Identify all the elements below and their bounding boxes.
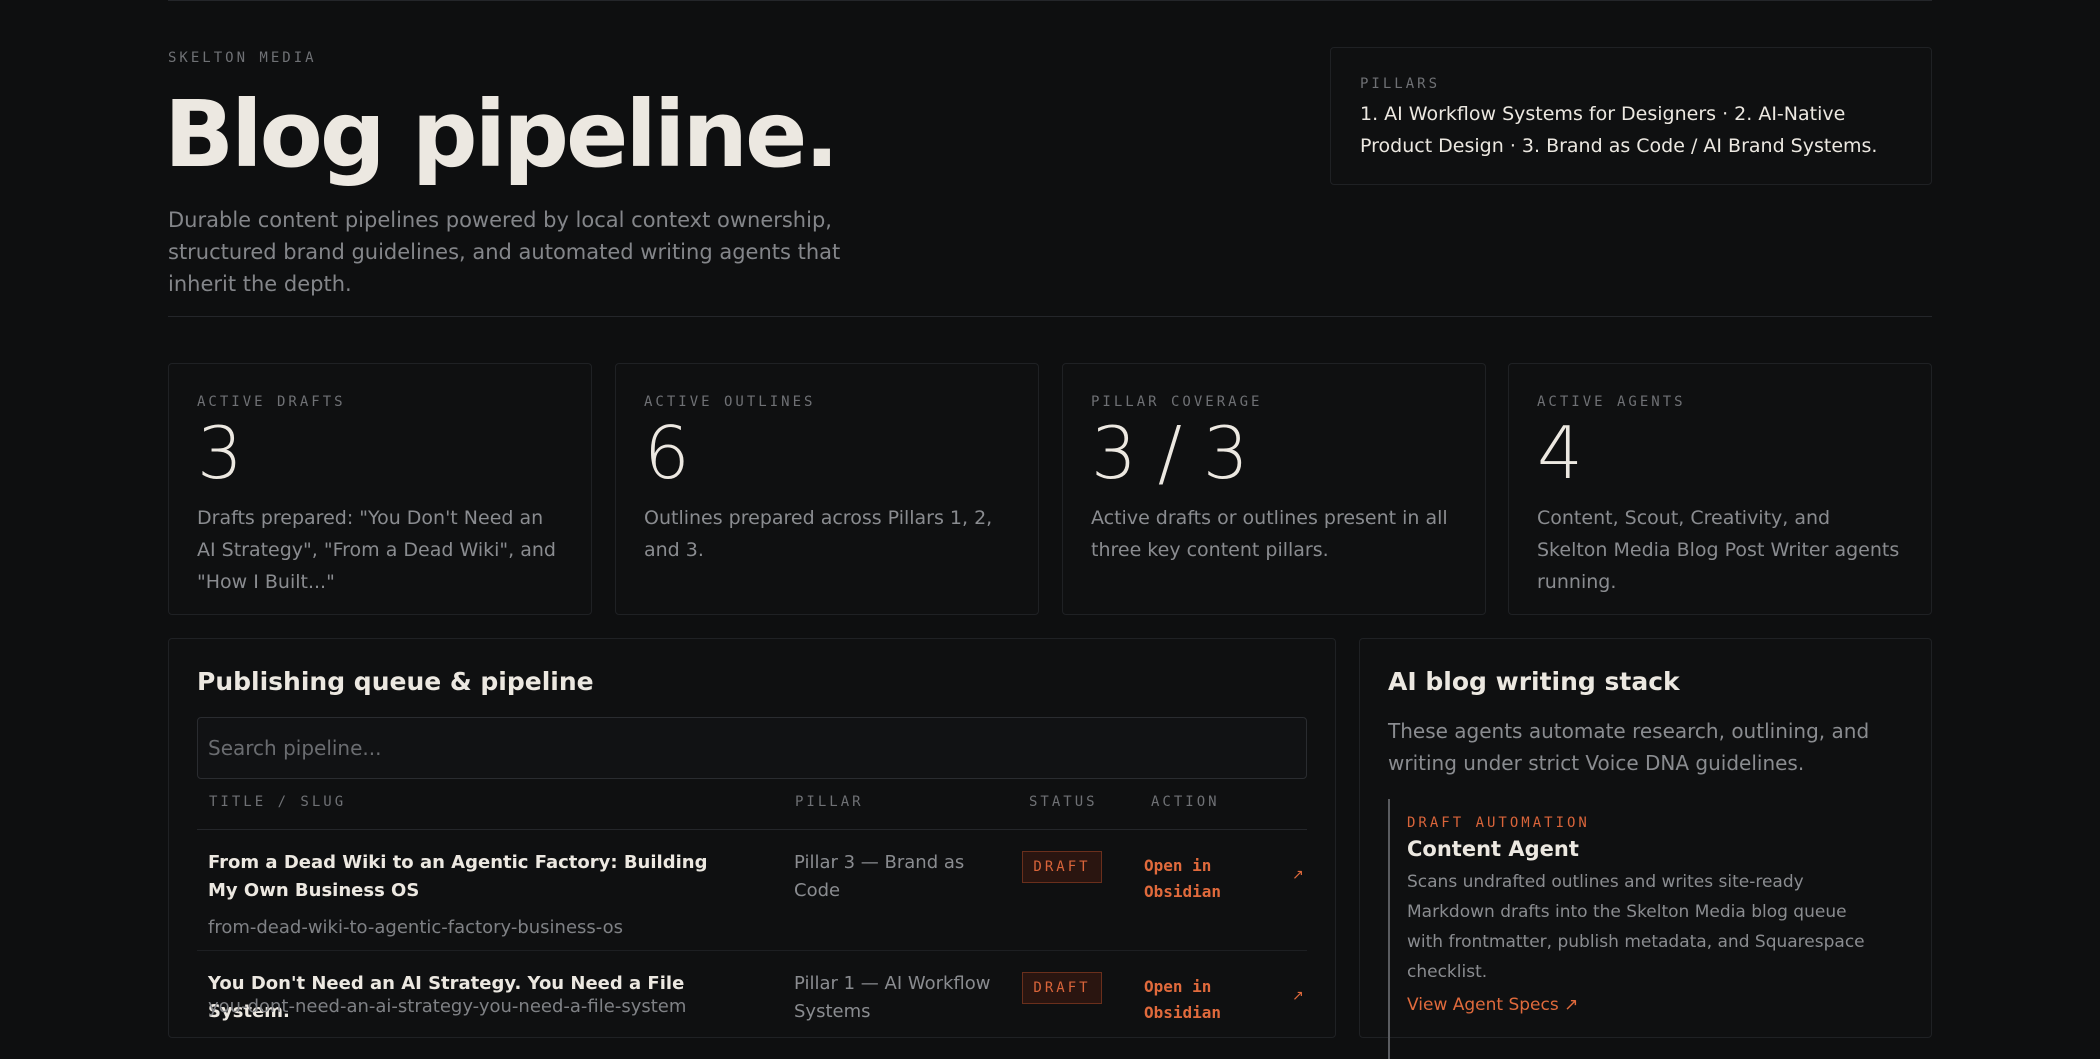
stat-label: ACTIVE DRAFTS [197, 394, 346, 410]
stack-description: These agents automate research, outlinin… [1388, 719, 1870, 775]
table-row[interactable]: You Don't Need an AI Strategy. You Need … [197, 970, 1307, 1050]
stat-description: Active drafts or outlines present in all… [1091, 507, 1448, 561]
pillars-text: 1. AI Workflow Systems for Designers · 2… [1360, 103, 1878, 157]
row-divider [197, 950, 1307, 951]
publishing-queue-panel: Publishing queue & pipeline TITLE / SLUG… [168, 638, 1336, 1038]
stat-card-pillar-coverage: PILLAR COVERAGE 3 / 3 Active drafts or o… [1062, 363, 1486, 615]
external-link-icon[interactable]: ↗ [1292, 988, 1304, 1004]
pillars-label: PILLARS [1360, 76, 1441, 92]
table-row[interactable]: From a Dead Wiki to an Agentic Factory: … [197, 849, 1307, 959]
agent-name: Content Agent [1407, 837, 1579, 861]
post-slug: you-dont-need-an-ai-strategy-you-need-a-… [208, 996, 687, 1017]
post-pillar: Pillar 3 — Brand as Code [794, 852, 965, 901]
stat-value: 3 [197, 411, 243, 495]
pillars-card: PILLARS 1. AI Workflow Systems for Desig… [1330, 47, 1932, 185]
page-title: Blog pipeline. [164, 81, 839, 188]
section-divider [168, 316, 1932, 317]
open-in-obsidian-link[interactable]: Open in Obsidian [1144, 974, 1274, 1026]
stat-card-active-outlines: ACTIVE OUTLINES 6 Outlines prepared acro… [615, 363, 1039, 615]
column-header-action[interactable]: ACTION [1151, 794, 1220, 810]
agent-description: Scans undrafted outlines and writes site… [1407, 872, 1865, 982]
panel-title: Publishing queue & pipeline [197, 667, 594, 696]
post-pillar: Pillar 1 — AI Workflow Systems [794, 973, 991, 1022]
top-rule [168, 0, 1932, 1]
status-badge: DRAFT [1022, 972, 1102, 1004]
header-rule [197, 829, 1307, 830]
brand-eyebrow: SKELTON MEDIA [168, 50, 317, 66]
stat-value: 6 [644, 411, 690, 495]
stat-card-active-agents: ACTIVE AGENTS 4 Content, Scout, Creativi… [1508, 363, 1932, 615]
stat-description: Drafts prepared: "You Don't Need an AI S… [197, 507, 556, 593]
ai-writing-stack-panel: AI blog writing stack These agents autom… [1359, 638, 1932, 1059]
agent-eyebrow: DRAFT AUTOMATION [1407, 815, 1590, 831]
panel-title: AI blog writing stack [1388, 667, 1680, 696]
column-header-title[interactable]: TITLE / SLUG [209, 794, 346, 810]
page-subtitle: Durable content pipelines powered by loc… [168, 208, 841, 296]
open-in-obsidian-link[interactable]: Open in Obsidian [1144, 853, 1274, 905]
post-slug: from-dead-wiki-to-agentic-factory-busine… [208, 917, 624, 938]
stat-value: 3 / 3 [1091, 411, 1249, 495]
search-pipeline-input[interactable] [197, 717, 1307, 779]
stat-label: ACTIVE OUTLINES [644, 394, 816, 410]
stat-description: Outlines prepared across Pillars 1, 2, a… [644, 507, 993, 561]
view-agent-specs-link[interactable]: View Agent Specs ↗ [1407, 995, 1908, 1015]
stat-card-active-drafts: ACTIVE DRAFTS 3 Drafts prepared: "You Do… [168, 363, 592, 615]
column-header-status[interactable]: STATUS [1029, 794, 1098, 810]
agent-card-content-agent: DRAFT AUTOMATION Content Agent Scans und… [1388, 799, 1908, 1059]
stat-description: Content, Scout, Creativity, and Skelton … [1537, 507, 1900, 593]
status-badge: DRAFT [1022, 851, 1102, 883]
column-header-pillar[interactable]: PILLAR [795, 794, 864, 810]
external-link-icon[interactable]: ↗ [1292, 867, 1304, 883]
stat-value: 4 [1537, 411, 1583, 495]
post-title[interactable]: From a Dead Wiki to an Agentic Factory: … [208, 849, 728, 905]
stat-label: ACTIVE AGENTS [1537, 394, 1686, 410]
stat-label: PILLAR COVERAGE [1091, 394, 1263, 410]
